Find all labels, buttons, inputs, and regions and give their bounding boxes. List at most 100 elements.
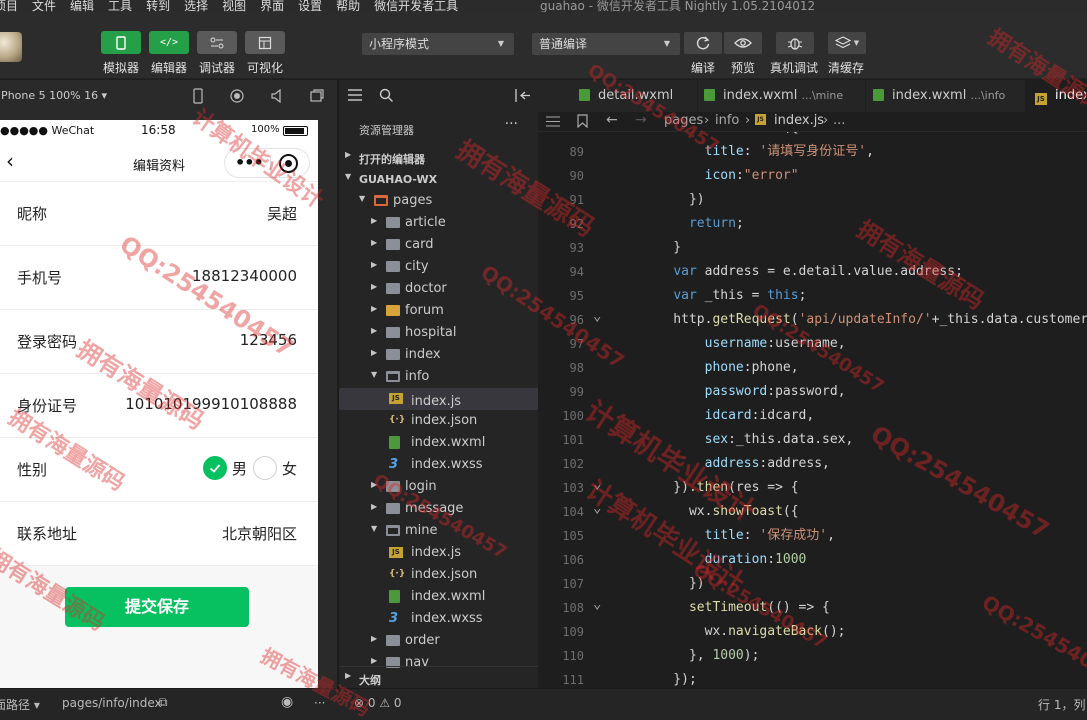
- tab-mine-index-wxml[interactable]: index.wxml ...\mine: [698, 80, 866, 112]
- code-line[interactable]: 93 }: [538, 236, 1087, 260]
- fold-chevron-icon[interactable]: ⌄: [593, 472, 601, 496]
- tree-item[interactable]: ▶ index: [339, 344, 539, 366]
- capsule-menu[interactable]: •••: [224, 148, 310, 178]
- code-line[interactable]: 111 });: [538, 668, 1087, 688]
- tree-item[interactable]: ▶ forum: [339, 300, 539, 322]
- eye-icon[interactable]: ◉: [281, 694, 293, 710]
- menu-item[interactable]: 选择: [184, 0, 208, 12]
- gender-radio-male[interactable]: [202, 456, 227, 480]
- mode-select[interactable]: 小程序模式 ▼: [362, 33, 514, 55]
- code-line[interactable]: 94 var address = e.detail.value.address;: [538, 260, 1087, 284]
- phone-input[interactable]: 18812340000: [192, 267, 297, 285]
- nickname-input[interactable]: 吴超: [267, 203, 297, 224]
- visual-button[interactable]: [245, 31, 285, 54]
- address-input[interactable]: 北京朝阳区: [222, 523, 297, 544]
- tree-item[interactable]: ▶ hospital: [339, 322, 539, 344]
- fold-chevron-icon[interactable]: ⌄: [593, 592, 601, 616]
- menu-item[interactable]: 界面: [260, 0, 284, 12]
- device-select[interactable]: iPhone 5 100% 16 ▾: [0, 89, 107, 102]
- breadcrumb-item[interactable]: info: [715, 113, 739, 128]
- tree-item[interactable]: ▶ order: [339, 630, 539, 652]
- code-line[interactable]: 99 password:password,: [538, 380, 1087, 404]
- more-icon[interactable]: ···: [314, 696, 325, 710]
- list-icon[interactable]: [546, 116, 560, 127]
- idcard-input[interactable]: 101010199910108888: [125, 395, 297, 413]
- code-line[interactable]: 98 phone:phone,: [538, 356, 1087, 380]
- code-line[interactable]: 91 }): [538, 188, 1087, 212]
- tree-item[interactable]: ▼ info: [339, 366, 539, 388]
- tree-item[interactable]: ▶ login: [339, 476, 539, 498]
- tab-info-index-wxml[interactable]: index.wxml ...\info: [866, 80, 1026, 112]
- speaker-icon[interactable]: [269, 88, 285, 104]
- tree-item[interactable]: ▶ city: [339, 256, 539, 278]
- menu-item[interactable]: 帮助: [336, 0, 360, 12]
- compile-select[interactable]: 普通编译 ▼: [532, 33, 680, 55]
- project-section[interactable]: ▼ GUAHAO-WX: [339, 168, 539, 190]
- tree-item[interactable]: JS index.js: [339, 388, 539, 410]
- cursor-position[interactable]: 行 1，列: [1038, 696, 1085, 713]
- clear-cache-button[interactable]: ▼: [828, 32, 866, 54]
- window-icon[interactable]: [309, 88, 325, 104]
- bookmark-icon[interactable]: [577, 114, 588, 128]
- code-line[interactable]: 109 wx.navigateBack();: [538, 620, 1087, 644]
- tree-item[interactable]: ▶ doctor: [339, 278, 539, 300]
- problems-indicator[interactable]: ⊗ 0 ⚠ 0: [354, 696, 402, 710]
- menu-item[interactable]: 视图: [222, 0, 246, 12]
- menu-item[interactable]: 设置: [298, 0, 322, 12]
- submit-button[interactable]: 提交保存: [65, 587, 249, 627]
- code-line[interactable]: 108 ⌄ setTimeout(() => {: [538, 596, 1087, 620]
- code-line[interactable]: 90 icon:"error": [538, 164, 1087, 188]
- code-area[interactable]: 88 wx.showToast({89 title: '请填写身份证号',90 …: [538, 132, 1087, 688]
- tree-item[interactable]: ▶ article: [339, 212, 539, 234]
- tree-item[interactable]: ▼ pages: [339, 190, 539, 212]
- tab-detail-wxml[interactable]: detail.wxml: [538, 80, 698, 112]
- page-path-select[interactable]: 页面路径 ▾: [0, 696, 40, 713]
- remote-debug-button[interactable]: [776, 32, 814, 54]
- menu-item[interactable]: 工具: [108, 0, 132, 12]
- editor-button[interactable]: </>: [149, 31, 189, 54]
- forward-arrow-icon[interactable]: →: [635, 112, 647, 128]
- menu-item[interactable]: 转到: [146, 0, 170, 12]
- code-line[interactable]: 89 title: '请填写身份证号',: [538, 140, 1087, 164]
- tree-item[interactable]: ▼ mine: [339, 520, 539, 542]
- debugger-button[interactable]: [197, 31, 237, 54]
- copy-icon[interactable]: ⧉: [159, 695, 168, 710]
- search-icon[interactable]: [379, 88, 394, 103]
- phone-icon[interactable]: [190, 88, 206, 104]
- tree-item[interactable]: ▶ message: [339, 498, 539, 520]
- tree-item[interactable]: index.wxml: [339, 432, 539, 454]
- preview-button[interactable]: [724, 32, 762, 54]
- code-line[interactable]: 107 }): [538, 572, 1087, 596]
- code-line[interactable]: 101 sex:_this.data.sex,: [538, 428, 1087, 452]
- breadcrumb-item[interactable]: ...: [833, 113, 845, 128]
- code-line[interactable]: 95 var _this = this;: [538, 284, 1087, 308]
- tab-info-index-js[interactable]: JS index: [1026, 80, 1087, 112]
- collapse-panel-icon[interactable]: [515, 89, 530, 102]
- menu-item[interactable]: 编辑: [70, 0, 94, 12]
- tree-item[interactable]: 3 index.wxss: [339, 454, 539, 476]
- code-line[interactable]: 97 username:username,: [538, 332, 1087, 356]
- more-icon[interactable]: •••: [235, 153, 264, 172]
- open-editors-section[interactable]: ▶ 打开的编辑器: [339, 146, 539, 168]
- back-arrow-icon[interactable]: ←: [606, 112, 618, 128]
- breadcrumb-item[interactable]: pages: [664, 113, 703, 128]
- code-line[interactable]: 100 idcard:idcard,: [538, 404, 1087, 428]
- menu-item[interactable]: 微信开发者工具: [374, 0, 458, 12]
- code-line[interactable]: 102 address:address,: [538, 452, 1087, 476]
- tree-item[interactable]: 3 index.wxss: [339, 608, 539, 630]
- code-line[interactable]: 88 wx.showToast({: [538, 132, 1087, 140]
- code-line[interactable]: 104 ⌄ wx.showToast({: [538, 500, 1087, 524]
- menu-item[interactable]: 文件: [32, 0, 56, 12]
- code-line[interactable]: 96 ⌄ http.getRequest('api/updateInfo/'+_t…: [538, 308, 1087, 332]
- simulator-button[interactable]: [101, 31, 141, 54]
- tree-item[interactable]: {·} index.json: [339, 564, 539, 586]
- menu-item[interactable]: 项目: [0, 0, 18, 12]
- files-icon[interactable]: [348, 89, 362, 101]
- tree-item[interactable]: {·} index.json: [339, 410, 539, 432]
- code-line[interactable]: 110 }, 1000);: [538, 644, 1087, 668]
- code-line[interactable]: 106 duration:1000: [538, 548, 1087, 572]
- tree-item[interactable]: ▶ card: [339, 234, 539, 256]
- tree-item[interactable]: index.wxml: [339, 586, 539, 608]
- record-icon[interactable]: [229, 88, 245, 104]
- close-mini-program-icon[interactable]: [279, 154, 298, 173]
